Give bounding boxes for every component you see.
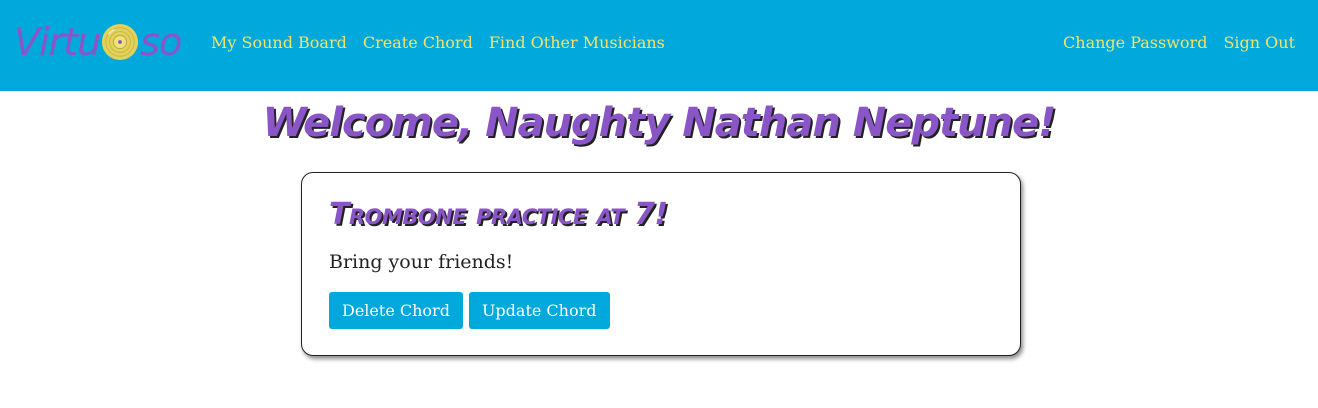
update-chord-button[interactable]: Update Chord — [468, 292, 610, 329]
nav-right-links: Change Password Sign Out — [1063, 32, 1295, 54]
chord-card: Trombone practice at 7! Bring your frien… — [301, 172, 1021, 356]
delete-chord-button[interactable]: Delete Chord — [329, 292, 463, 329]
chord-title: Trombone practice at 7! — [329, 197, 668, 232]
vinyl-record-icon — [102, 23, 139, 61]
nav-link-create-chord[interactable]: Create Chord — [363, 32, 473, 54]
welcome-heading: Welcome, Naughty Nathan Neptune! — [262, 100, 1057, 146]
brand-text-start: Virtu — [14, 20, 101, 64]
navbar: Virtu so My Sound Board Create Chord Fin… — [0, 0, 1318, 91]
nav-left-links: My Sound Board Create Chord Find Other M… — [211, 32, 665, 54]
nav-link-sign-out[interactable]: Sign Out — [1223, 32, 1295, 54]
brand-logo[interactable]: Virtu so — [14, 17, 182, 67]
nav-link-find-other-musicians[interactable]: Find Other Musicians — [489, 32, 665, 54]
chord-body: Bring your friends! — [329, 251, 514, 273]
nav-link-my-sound-board[interactable]: My Sound Board — [211, 32, 347, 54]
nav-link-change-password[interactable]: Change Password — [1063, 32, 1207, 54]
chord-actions: Delete Chord Update Chord — [329, 292, 610, 329]
brand-text-end: so — [140, 20, 182, 64]
